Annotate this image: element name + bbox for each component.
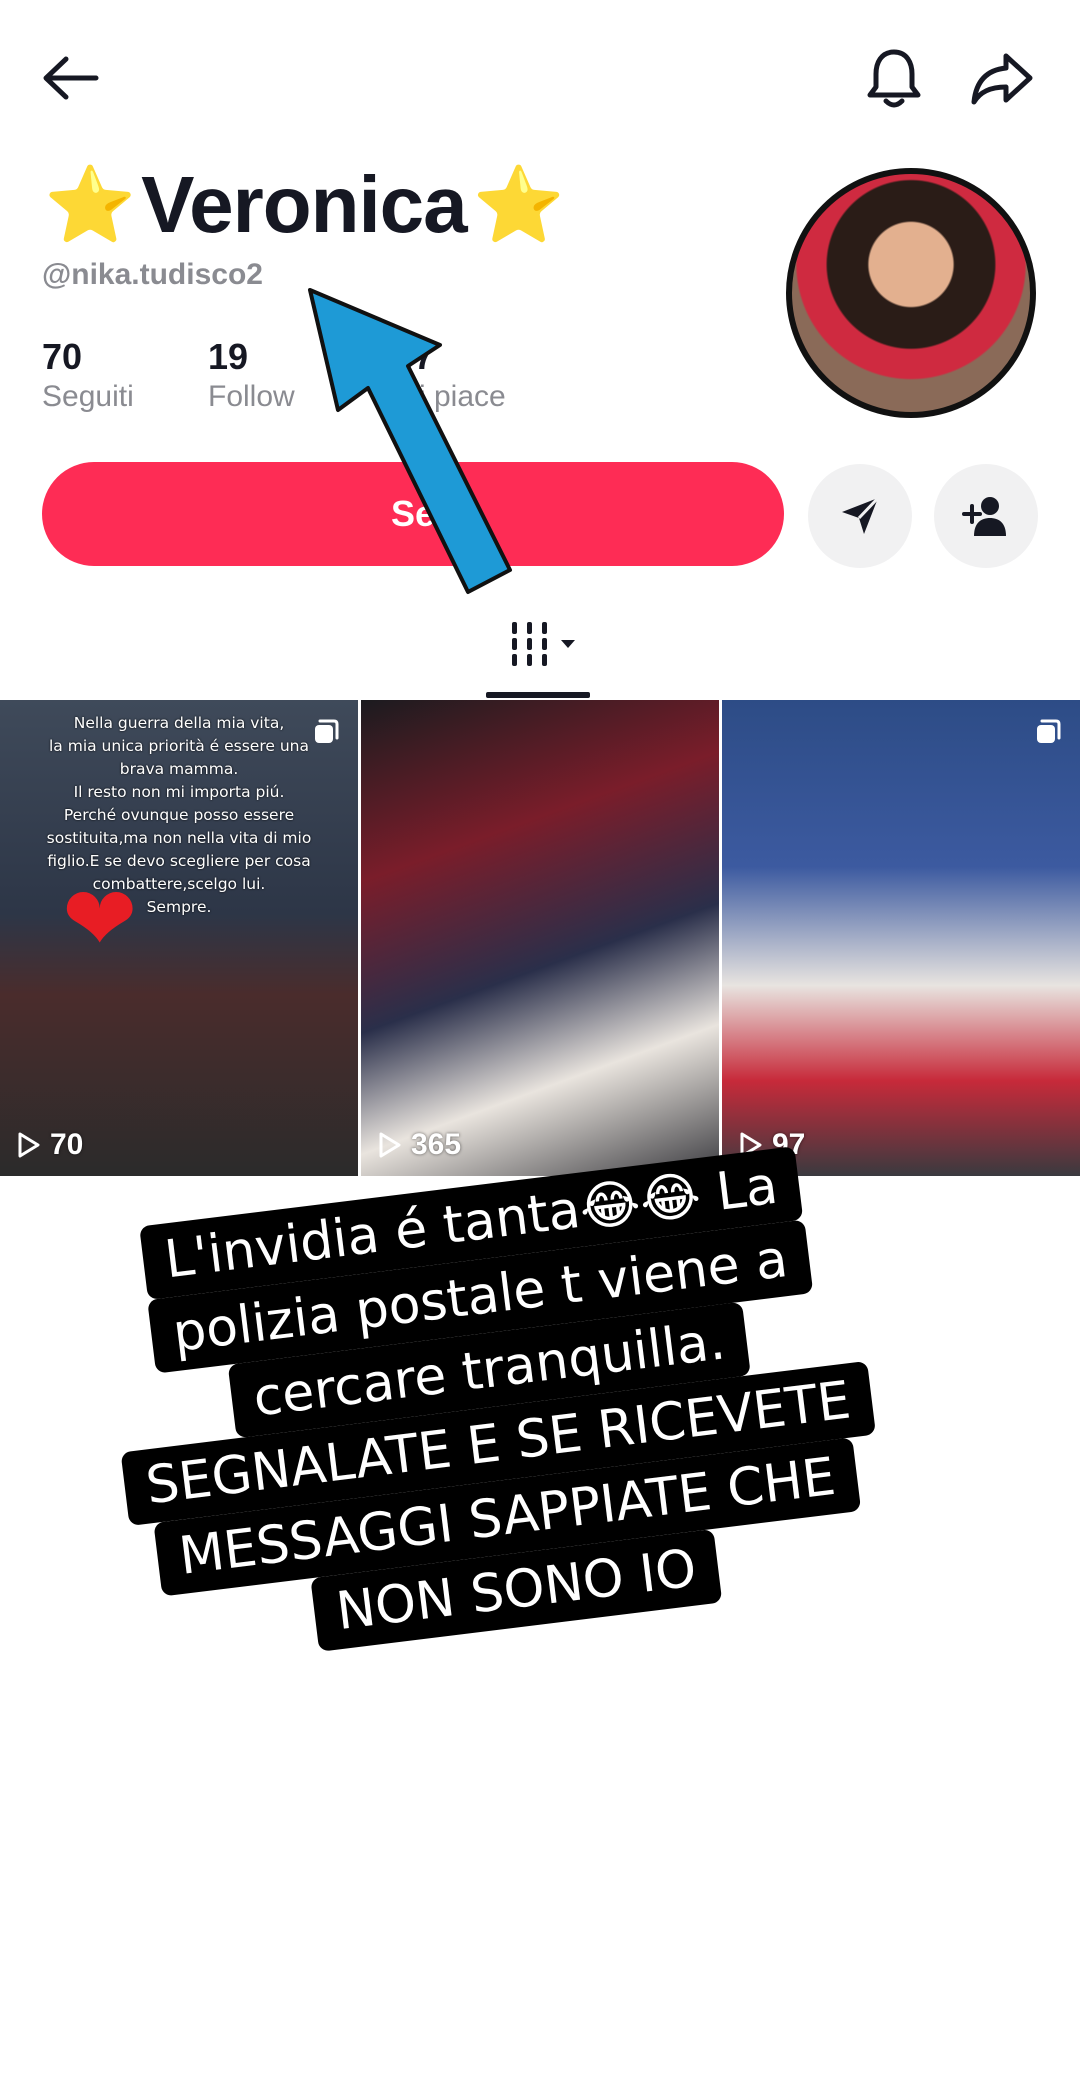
multi-post-icon — [1037, 719, 1061, 743]
profile-handle: @nika.tudisco2 — [42, 258, 263, 291]
view-count: 70 — [16, 1128, 83, 1162]
multi-post-icon — [315, 719, 339, 743]
stat-following[interactable]: 70 Seguiti — [42, 336, 134, 414]
video-thumbnail[interactable]: Nella guerra della mia vita, la mia unic… — [0, 700, 358, 1176]
stat-label: Follow — [208, 380, 295, 413]
stat-value: 70 — [42, 336, 83, 377]
play-icon — [379, 1132, 401, 1158]
share-arrow-icon — [971, 53, 1033, 105]
view-count-value: 70 — [50, 1128, 84, 1161]
story-caption: L'invidia é tanta😂😂 La polizia postale t… — [30, 1133, 958, 1681]
video-thumbnail[interactable]: 365 — [361, 700, 719, 1176]
heart-icon: ❤ — [62, 870, 138, 970]
annotation-arrow — [308, 288, 512, 594]
tab-underline — [486, 692, 590, 698]
stat-label: Seguiti — [42, 380, 134, 413]
send-icon — [842, 496, 880, 534]
avatar[interactable] — [786, 168, 1036, 418]
share-button[interactable] — [962, 38, 1042, 118]
bell-icon — [867, 49, 921, 108]
stat-value: 19 — [208, 336, 249, 377]
tab-videos[interactable] — [510, 620, 576, 668]
content-tab-bar — [0, 600, 1080, 700]
videos-grid-icon — [512, 622, 547, 666]
arrow-left-icon — [43, 56, 99, 100]
video-grid: Nella guerra della mia vita, la mia unic… — [0, 700, 1080, 1176]
profile-title: ⭐ Veronica ⭐ — [44, 150, 565, 260]
stat-followers[interactable]: 19 Follow — [208, 336, 295, 414]
video-thumbnail[interactable]: 97 — [722, 700, 1080, 1176]
view-count-value: 365 — [411, 1128, 462, 1161]
view-count: 365 — [377, 1128, 461, 1162]
message-button[interactable] — [808, 464, 912, 568]
caret-down-icon — [561, 640, 575, 648]
profile-name: Veronica — [141, 160, 468, 249]
add-friend-button[interactable] — [934, 464, 1038, 568]
notifications-button[interactable] — [854, 38, 934, 118]
star-emoji-icon: ⭐ — [44, 163, 136, 246]
back-button[interactable] — [30, 38, 110, 118]
person-add-icon — [962, 497, 1006, 536]
star-emoji-icon: ⭐ — [472, 163, 565, 246]
play-icon — [18, 1132, 40, 1158]
video-overlay-text: Nella guerra della mia vita, la mia unic… — [46, 714, 312, 916]
